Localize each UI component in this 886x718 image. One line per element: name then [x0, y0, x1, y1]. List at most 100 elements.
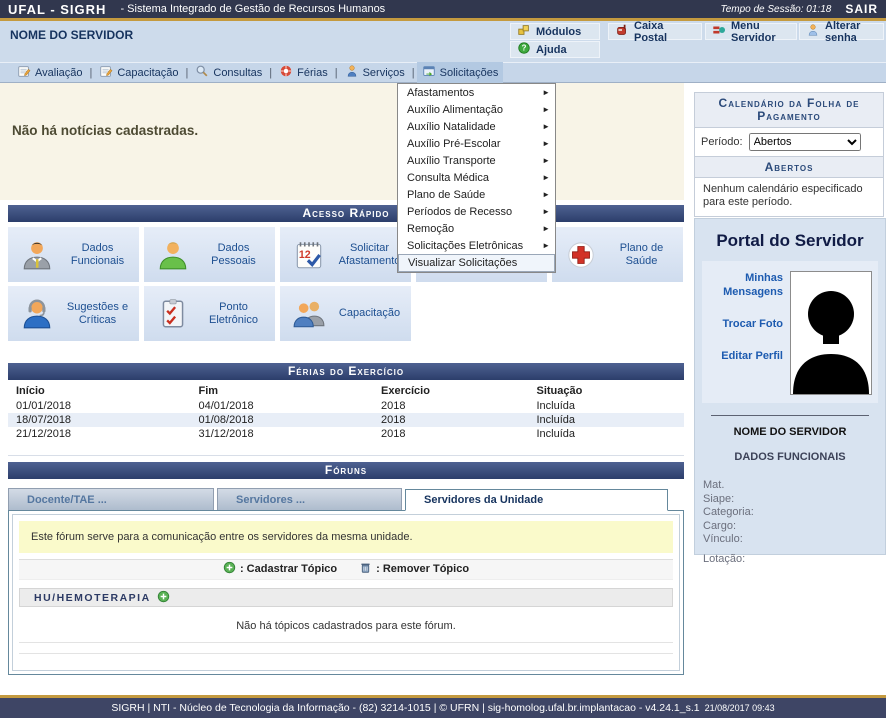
menu-item-afastamentos[interactable]: Afastamentos ► — [398, 84, 555, 101]
quick-access-capacitacao[interactable]: Capacitação — [280, 286, 411, 341]
request-icon — [422, 64, 436, 81]
portal-servidor-panel: Portal do Servidor Minhas Mensagens Troc… — [694, 218, 886, 555]
app-brand: UFAL - SIGRH — [8, 2, 106, 17]
menu-item-remocao[interactable]: Remoção ► — [398, 220, 555, 237]
quick-access-label: Sugestões e Críticas — [56, 301, 139, 327]
menu-item-label: Auxílio Pré-Escolar — [407, 138, 542, 150]
table-row: 01/01/2018 04/01/2018 2018 Incluída — [8, 399, 684, 413]
top-bar: UFAL - SIGRH - Sistema Integrado de Gest… — [0, 0, 886, 18]
column-header: Fim — [191, 382, 374, 399]
empty-row — [19, 642, 673, 653]
menu-item-auxilio-natalidade[interactable]: Auxílio Natalidade ► — [398, 118, 555, 135]
menu-item-label: Auxílio Alimentação — [407, 104, 542, 116]
menu-item-solicitacoes-eletronicas[interactable]: Solicitações Eletrônicas ► — [398, 237, 555, 254]
menu-item-auxilio-transporte[interactable]: Auxílio Transporte ► — [398, 152, 555, 169]
mailbox-label: Caixa Postal — [634, 20, 695, 44]
help-button[interactable]: ? Ajuda — [510, 41, 600, 58]
menu-consultas[interactable]: Consultas — [190, 62, 267, 83]
cell-inicio: 01/01/2018 — [8, 399, 191, 413]
field-lotacao: Lotação: — [703, 553, 885, 567]
quick-access-label: Capacitação — [328, 307, 411, 320]
create-topic-button[interactable]: : Cadastrar Tópico — [223, 561, 337, 577]
submenu-arrow-icon: ► — [542, 139, 550, 148]
portal-profile-box: Minhas Mensagens Trocar Foto Editar Perf… — [702, 261, 878, 403]
my-messages-link[interactable]: Minhas Mensagens — [708, 271, 783, 299]
menu-item-label: Auxílio Transporte — [407, 155, 542, 167]
menu-servidor-icon — [712, 23, 726, 40]
help-icon: ? — [517, 41, 531, 58]
menu-item-label: Visualizar Solicitações — [408, 257, 549, 269]
menu-separator: | — [186, 67, 189, 79]
quick-access-plano-de-saude[interactable]: Plano de Saúde — [552, 227, 683, 282]
vacations-title: Férias do Exercício — [8, 363, 684, 380]
forum-group-bar: HU/HEMOTERAPIA — [19, 588, 673, 608]
menu-capacitacao-label: Capacitação — [117, 67, 178, 79]
tab-label: Docente/TAE ... — [27, 494, 107, 506]
menu-servicos[interactable]: Serviços — [340, 62, 410, 83]
menu-avaliacao[interactable]: Avaliação — [12, 62, 88, 83]
add-icon[interactable] — [157, 590, 170, 606]
portal-title: Portal do Servidor — [695, 231, 885, 251]
menu-item-plano-de-saude[interactable]: Plano de Saúde ► — [398, 186, 555, 203]
menu-ferias[interactable]: Férias — [274, 62, 333, 83]
submenu-arrow-icon: ► — [542, 190, 550, 199]
quick-access-solicitar-afastamento[interactable]: 12 Solicitar Afastamento — [280, 227, 411, 282]
footer-bar: SIGRH | NTI - Núcleo de Tecnologia da In… — [0, 698, 886, 718]
news-area: Não há notícias cadastradas. — [0, 83, 684, 200]
cell-situacao: Incluída — [529, 413, 685, 427]
trash-icon — [359, 561, 372, 577]
change-photo-link[interactable]: Trocar Foto — [708, 317, 783, 331]
change-password-button[interactable]: Alterar senha — [799, 23, 884, 40]
menu-item-label: Plano de Saúde — [407, 189, 542, 201]
modules-button[interactable]: Módulos — [510, 23, 600, 40]
menu-item-visualizar-solicitacoes[interactable]: Visualizar Solicitações — [398, 254, 555, 272]
forum-actions-bar: : Cadastrar Tópico : Remover Tópico — [19, 559, 673, 580]
user-name: NOME DO SERVIDOR — [10, 28, 133, 42]
menu-servidor-button[interactable]: Menu Servidor — [705, 23, 797, 40]
menu-separator: | — [90, 67, 93, 79]
period-select[interactable]: Abertos — [749, 133, 861, 151]
payroll-calendar-panel: Calendário da Folha de Pagamento Período… — [694, 92, 884, 217]
field-matricula: Mat. — [703, 479, 885, 493]
logout-link[interactable]: SAIR — [845, 2, 878, 16]
vacations-panel: Férias do Exercício Início Fim Exercício… — [8, 363, 684, 456]
table-row: 18/07/2018 01/08/2018 2018 Incluída — [8, 413, 684, 427]
quick-access-sugestoes-criticas[interactable]: Sugestões e Críticas — [8, 286, 139, 341]
cell-fim: 31/12/2018 — [191, 427, 374, 441]
tab-servidores-da-unidade[interactable]: Servidores da Unidade — [405, 489, 668, 511]
forum-empty-message: Não há tópicos cadastrados para este fór… — [19, 607, 673, 642]
checklist-icon — [156, 297, 192, 331]
person-green-icon — [156, 238, 192, 272]
field-vinculo: Vínculo: — [703, 533, 885, 547]
menu-item-label: Consulta Médica — [407, 172, 542, 184]
quick-access-label: Plano de Saúde — [600, 242, 683, 268]
menu-capacitacao[interactable]: Capacitação — [94, 62, 183, 83]
empty-row — [19, 653, 673, 664]
tab-servidores[interactable]: Servidores ... — [217, 488, 402, 510]
menu-item-auxilio-alimentacao[interactable]: Auxílio Alimentação ► — [398, 101, 555, 118]
cell-situacao: Incluída — [529, 399, 685, 413]
modules-icon — [517, 23, 531, 40]
tab-docente-tae[interactable]: Docente/TAE ... — [8, 488, 214, 510]
menu-item-label: Períodos de Recesso — [407, 206, 542, 218]
footer-text: SIGRH | NTI - Núcleo de Tecnologia da In… — [111, 702, 699, 714]
quick-access-dados-funcionais[interactable]: Dados Funcionais — [8, 227, 139, 282]
quick-access-dados-pessoais[interactable]: Dados Pessoais — [144, 227, 275, 282]
calendar-icon: 12 — [292, 238, 328, 272]
mailbox-button[interactable]: Caixa Postal — [608, 23, 702, 40]
forums-panel: Fóruns Docente/TAE ... Servidores ... Se… — [8, 462, 684, 675]
menu-item-auxilio-pre-escolar[interactable]: Auxílio Pré-Escolar ► — [398, 135, 555, 152]
quick-access-ponto-eletronico[interactable]: Ponto Eletrônico — [144, 286, 275, 341]
calendar-section-title: Abertos — [695, 156, 883, 178]
menu-ferias-label: Férias — [297, 67, 328, 79]
main-menubar: Avaliação | Capacitação | Consultas | Fé… — [0, 62, 886, 83]
menu-item-periodos-de-recesso[interactable]: Períodos de Recesso ► — [398, 203, 555, 220]
edit-profile-link[interactable]: Editar Perfil — [708, 349, 783, 363]
submenu-arrow-icon: ► — [542, 156, 550, 165]
submenu-arrow-icon: ► — [542, 224, 550, 233]
remove-topic-button[interactable]: : Remover Tópico — [359, 561, 469, 577]
menu-item-consulta-medica[interactable]: Consulta Médica ► — [398, 169, 555, 186]
forum-group-name: HU/HEMOTERAPIA — [34, 592, 151, 604]
cell-fim: 04/01/2018 — [191, 399, 374, 413]
menu-solicitacoes[interactable]: Solicitações — [417, 62, 504, 83]
